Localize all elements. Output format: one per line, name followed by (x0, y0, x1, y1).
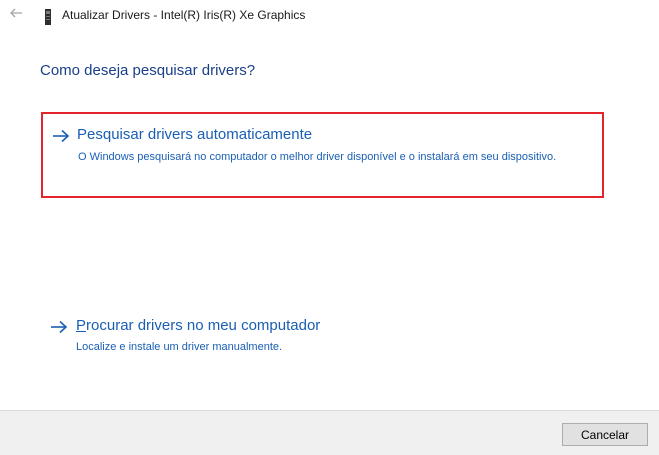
search-automatically-description: O Windows pesquisará no computador o mel… (78, 151, 557, 163)
browse-computer-title-accelerator: P (76, 317, 87, 334)
title-bar: Atualizar Drivers - Intel(R) Iris(R) Xe … (0, 0, 659, 34)
back-arrow-icon (10, 8, 22, 18)
dialog-footer: Cancelar (0, 410, 659, 455)
window-title: Atualizar Drivers - Intel(R) Iris(R) Xe … (62, 8, 306, 22)
browse-computer-title-rest: rocurar drivers no meu computador (86, 317, 321, 334)
browse-computer-option[interactable]: Procurar drivers no meu computador Local… (41, 310, 604, 370)
search-automatically-option[interactable]: Pesquisar drivers automaticamente O Wind… (41, 112, 604, 198)
browse-computer-description: Localize e instale um driver manualmente… (76, 341, 283, 353)
browse-computer-title: Procurar drivers no meu computador (76, 317, 320, 334)
cancel-button[interactable]: Cancelar (562, 423, 648, 446)
back-button[interactable] (6, 6, 26, 26)
right-arrow-icon (51, 320, 68, 334)
search-automatically-title: Pesquisar drivers automaticamente (77, 126, 313, 143)
right-arrow-icon (53, 129, 70, 143)
display-adapter-icon (45, 9, 51, 25)
page-heading: Como deseja pesquisar drivers? (40, 62, 256, 79)
